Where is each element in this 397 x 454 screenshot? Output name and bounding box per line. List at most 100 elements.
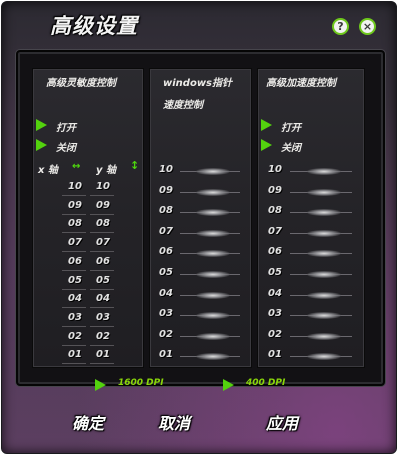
pointer-level-03[interactable]: 03 — [159, 308, 173, 319]
pointer-level-08[interactable]: 08 — [159, 205, 173, 216]
acceleration-panel — [257, 68, 365, 368]
acceleration-level-08[interactable]: 08 — [268, 205, 282, 216]
dpi-400-option[interactable]: 400 DPI — [246, 378, 285, 388]
pointer-level-09[interactable]: 09 — [159, 185, 173, 196]
y-level-01[interactable]: 01 — [96, 349, 110, 360]
close-icon: × — [362, 20, 373, 33]
acceleration-level-06[interactable]: 06 — [268, 246, 282, 257]
y-level-06[interactable]: 06 — [96, 256, 110, 267]
acceleration-off-option[interactable]: 关闭 — [281, 139, 301, 154]
pointer-level-05[interactable]: 05 — [159, 267, 173, 278]
x-level-09[interactable]: 09 — [68, 200, 82, 211]
close-button[interactable]: × — [359, 18, 376, 35]
y-level-08[interactable]: 08 — [96, 218, 110, 229]
x-level-underline — [62, 307, 86, 309]
pointer-level-04[interactable]: 04 — [159, 288, 173, 299]
x-level-underline — [62, 232, 86, 234]
acceleration-level-10[interactable]: 10 — [268, 164, 282, 175]
acceleration-level-01[interactable]: 01 — [268, 349, 282, 360]
y-level-03[interactable]: 03 — [96, 312, 110, 323]
dpi-1600-option[interactable]: 1600 DPI — [118, 378, 164, 388]
acceleration-slider-knob[interactable] — [307, 188, 341, 196]
pointer-level-06[interactable]: 06 — [159, 246, 173, 257]
x-level-04[interactable]: 04 — [68, 293, 82, 304]
y-level-09[interactable]: 09 — [96, 200, 110, 211]
sensitivity-off-option[interactable]: 关闭 — [56, 139, 76, 154]
x-level-03[interactable]: 03 — [68, 312, 82, 323]
y-level-underline — [90, 363, 114, 365]
y-level-underline — [90, 288, 114, 290]
x-level-underline — [62, 251, 86, 253]
pointer-slider-knob[interactable] — [196, 188, 230, 196]
acceleration-level-07[interactable]: 07 — [268, 226, 282, 237]
x-level-06[interactable]: 06 — [68, 256, 82, 267]
acceleration-slider-knob[interactable] — [307, 229, 341, 237]
y-level-07[interactable]: 07 — [96, 237, 110, 248]
dpi-400-arrow-icon — [223, 379, 234, 391]
pointer-slider-knob[interactable] — [196, 291, 230, 299]
sensitivity-title: 高级灵敏度控制 — [46, 78, 116, 89]
x-level-07[interactable]: 07 — [68, 237, 82, 248]
acceleration-slider-knob[interactable] — [307, 332, 341, 340]
cancel-button[interactable]: 取消 — [158, 410, 190, 434]
acceleration-level-05[interactable]: 05 — [268, 267, 282, 278]
pointer-slider-knob[interactable] — [196, 271, 230, 278]
x-level-underline — [62, 288, 86, 290]
x-level-underline — [62, 213, 86, 215]
x-level-underline — [62, 195, 86, 196]
acceleration-level-09[interactable]: 09 — [268, 185, 282, 196]
acceleration-level-03[interactable]: 03 — [268, 308, 282, 319]
pointer-level-01[interactable]: 01 — [159, 349, 173, 360]
sensitivity-on-option[interactable]: 打开 — [56, 119, 76, 134]
sensitivity-panel — [32, 68, 144, 368]
pointer-slider-knob[interactable] — [196, 168, 230, 175]
x-level-02[interactable]: 02 — [68, 331, 82, 342]
acceleration-slider-knob[interactable] — [307, 271, 341, 278]
y-level-10[interactable]: 10 — [96, 181, 110, 192]
y-level-underline — [90, 232, 114, 234]
pointer-title-line1: windows指针 — [163, 78, 233, 89]
y-axis-label: y 轴 — [96, 165, 116, 176]
pointer-level-10[interactable]: 10 — [159, 164, 173, 175]
x-level-10[interactable]: 10 — [68, 181, 82, 192]
x-level-underline — [62, 363, 86, 365]
question-icon: ? — [337, 20, 344, 33]
ok-button[interactable]: 确定 — [72, 410, 104, 434]
pointer-title-line2: 速度控制 — [163, 100, 203, 111]
window-title: 高级设置 — [50, 14, 138, 38]
acceleration-on-arrow-icon — [261, 119, 272, 131]
pointer-level-02[interactable]: 02 — [159, 329, 173, 340]
sensitivity-off-arrow-icon — [36, 139, 47, 151]
acceleration-level-04[interactable]: 04 — [268, 288, 282, 299]
x-level-underline — [62, 269, 86, 271]
y-level-04[interactable]: 04 — [96, 293, 110, 304]
acceleration-level-02[interactable]: 02 — [268, 329, 282, 340]
sensitivity-on-arrow-icon — [36, 119, 47, 131]
y-level-underline — [90, 195, 114, 196]
y-level-underline — [90, 325, 114, 327]
left-right-arrow-icon: ↔ — [72, 161, 81, 172]
help-button[interactable]: ? — [332, 18, 349, 35]
acceleration-slider-knob[interactable] — [307, 291, 341, 299]
x-level-underline — [62, 325, 86, 327]
pointer-level-07[interactable]: 07 — [159, 226, 173, 237]
pointer-speed-panel — [149, 68, 252, 368]
acceleration-on-option[interactable]: 打开 — [281, 119, 301, 134]
pointer-slider-knob[interactable] — [196, 229, 230, 237]
acceleration-off-arrow-icon — [261, 139, 272, 151]
y-level-underline — [90, 213, 114, 215]
y-level-05[interactable]: 05 — [96, 275, 110, 286]
x-level-08[interactable]: 08 — [68, 218, 82, 229]
up-down-arrow-icon: ↕ — [130, 159, 140, 172]
x-level-05[interactable]: 05 — [68, 275, 82, 286]
dpi-1600-arrow-icon — [95, 379, 106, 391]
apply-button[interactable]: 应用 — [266, 410, 298, 434]
acceleration-slider-knob[interactable] — [307, 168, 341, 175]
y-level-02[interactable]: 02 — [96, 331, 110, 342]
x-axis-label: x 轴 — [38, 165, 58, 176]
x-level-01[interactable]: 01 — [68, 349, 82, 360]
pointer-slider-knob[interactable] — [196, 332, 230, 340]
y-level-underline — [90, 251, 114, 253]
acceleration-title: 高级加速度控制 — [266, 78, 336, 89]
y-level-underline — [90, 344, 114, 346]
